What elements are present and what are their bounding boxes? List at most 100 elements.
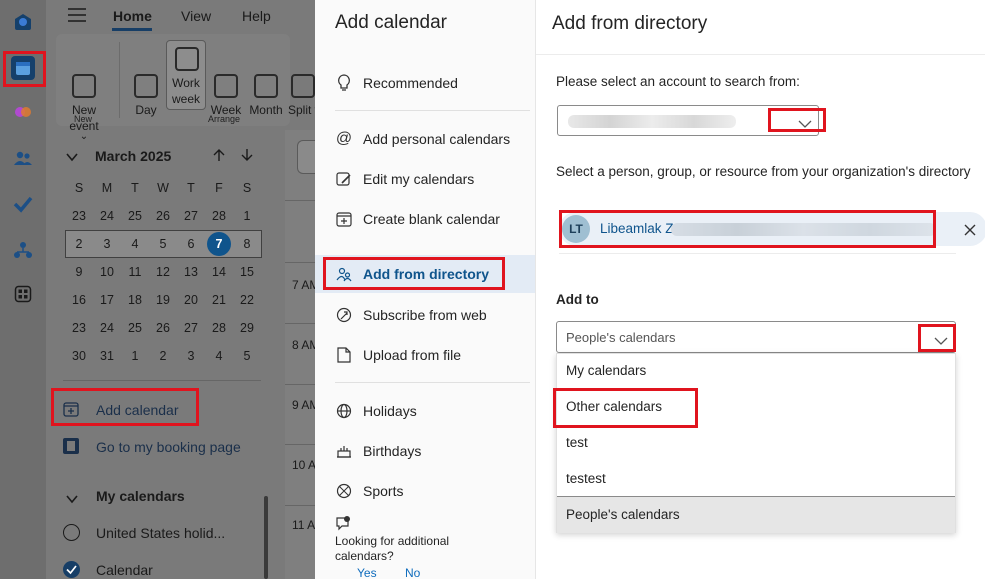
week-view-button[interactable]: Week [206,74,246,118]
minical-day[interactable]: 2 [149,343,177,369]
new-event-button[interactable]: New event ⌄ [64,74,104,142]
minical-day[interactable]: 27 [177,203,205,229]
menu-sports[interactable]: Sports [315,473,535,509]
person-chip[interactable]: LT Libeamlak Z [559,212,985,246]
menu-add-from-directory[interactable]: Add from directory [315,255,535,293]
app-rail [0,0,46,579]
minical-month[interactable]: March 2025 [95,148,171,164]
my-calendars-chevron-icon[interactable] [66,491,78,509]
feedback-no-link[interactable]: No [405,566,420,579]
option-testest[interactable]: testest [557,461,955,497]
minical-day[interactable]: 30 [65,343,93,369]
next-month-icon[interactable] [240,148,254,167]
minical-day[interactable]: 23 [65,315,93,341]
hamburger-menu-icon[interactable] [68,8,86,27]
my-calendars-heading[interactable]: My calendars [96,488,185,504]
calendar-grid-strip [285,130,315,579]
menu-add-personal-calendars[interactable]: @ Add personal calendars [315,121,535,157]
minical-day[interactable]: 22 [233,287,261,313]
minical-day[interactable]: 18 [121,287,149,313]
split-view-button[interactable]: Split view [288,74,318,118]
weekday-label: S [74,181,84,195]
option-test[interactable]: test [557,425,955,461]
minical-day[interactable]: 20 [177,287,205,313]
minical-day[interactable]: 28 [205,203,233,229]
minical-day[interactable]: 29 [233,315,261,341]
calendar-item-holidays[interactable]: United States holid... [96,525,225,541]
minical-day[interactable]: 28 [205,315,233,341]
minical-day[interactable]: 16 [65,287,93,313]
minical-day[interactable]: 8 [233,231,261,257]
minical-today[interactable]: 7 [207,232,231,256]
minical-day[interactable]: 14 [205,259,233,285]
weekday-label: M [101,181,113,195]
minical-day[interactable]: 11 [121,259,149,285]
minical-day[interactable]: 26 [149,315,177,341]
minical-day[interactable]: 23 [65,203,93,229]
todo-check-icon[interactable] [11,192,35,216]
calendar-checked-icon[interactable] [63,561,80,578]
minical-day[interactable]: 4 [121,231,149,257]
menu-birthdays[interactable]: Birthdays [315,433,535,469]
calendar-app-icon[interactable] [11,56,35,80]
minical-day[interactable]: 25 [121,203,149,229]
outlook-logo-icon[interactable] [11,10,35,34]
tab-help[interactable]: Help [242,8,271,24]
minical-day[interactable]: 3 [93,231,121,257]
minical-day[interactable]: 31 [93,343,121,369]
collapse-chevron-icon[interactable] [66,149,78,167]
calendar-toggle-off[interactable] [63,524,80,541]
menu-edit-my-calendars[interactable]: Edit my calendars [315,161,535,197]
account-select[interactable] [557,105,819,136]
booking-page-link[interactable]: Go to my booking page [96,439,241,455]
menu-subscribe-from-web[interactable]: Subscribe from web [315,297,535,333]
remove-person-close-icon[interactable] [964,223,976,241]
more-apps-icon[interactable] [11,282,35,306]
booking-icon [62,437,80,460]
minical-day[interactable]: 25 [121,315,149,341]
tab-view[interactable]: View [181,8,211,24]
work-week-view-button[interactable]: Work week [166,40,206,110]
add-to-select[interactable]: People's calendars [556,321,956,353]
menu-holidays[interactable]: Holidays [315,393,535,429]
minical-day[interactable]: 9 [65,259,93,285]
minical-day[interactable]: 5 [149,231,177,257]
minical-day[interactable]: 2 [65,231,93,257]
minical-day[interactable]: 24 [93,203,121,229]
week-icon [214,74,238,98]
minical-day[interactable]: 6 [177,231,205,257]
scrollbar[interactable] [264,496,268,579]
minical-day[interactable]: 19 [149,287,177,313]
sports-ball-icon [333,483,355,499]
copilot-icon[interactable] [11,100,35,124]
minical-day[interactable]: 17 [93,287,121,313]
minical-day[interactable]: 26 [149,203,177,229]
minical-day[interactable]: 21 [205,287,233,313]
option-my-calendars[interactable]: My calendars [557,353,955,389]
option-peoples-calendars[interactable]: People's calendars [557,497,955,533]
minical-day[interactable]: 27 [177,315,205,341]
minical-day[interactable]: 10 [93,259,121,285]
people-icon[interactable] [11,146,35,170]
minical-day[interactable]: 1 [233,203,261,229]
calendar-item-calendar[interactable]: Calendar [96,562,153,578]
menu-create-blank-calendar[interactable]: Create blank calendar [315,201,535,237]
org-explorer-icon[interactable] [11,238,35,262]
minical-day[interactable]: 3 [177,343,205,369]
minical-day[interactable]: 12 [149,259,177,285]
day-view-button[interactable]: Day [126,74,166,118]
minical-day[interactable]: 24 [93,315,121,341]
minical-day[interactable]: 5 [233,343,261,369]
minical-day[interactable]: 1 [121,343,149,369]
minical-day[interactable]: 15 [233,259,261,285]
month-view-button[interactable]: Month [246,74,286,118]
add-calendar-link[interactable]: Add calendar [96,402,179,418]
option-other-calendars[interactable]: Other calendars [557,389,955,425]
prev-month-icon[interactable] [212,148,226,167]
tab-home[interactable]: Home [113,8,152,24]
feedback-yes-link[interactable]: Yes [357,566,377,579]
menu-upload-from-file[interactable]: Upload from file [315,337,535,373]
minical-day[interactable]: 4 [205,343,233,369]
menu-recommended[interactable]: Recommended [315,65,535,101]
minical-day[interactable]: 13 [177,259,205,285]
